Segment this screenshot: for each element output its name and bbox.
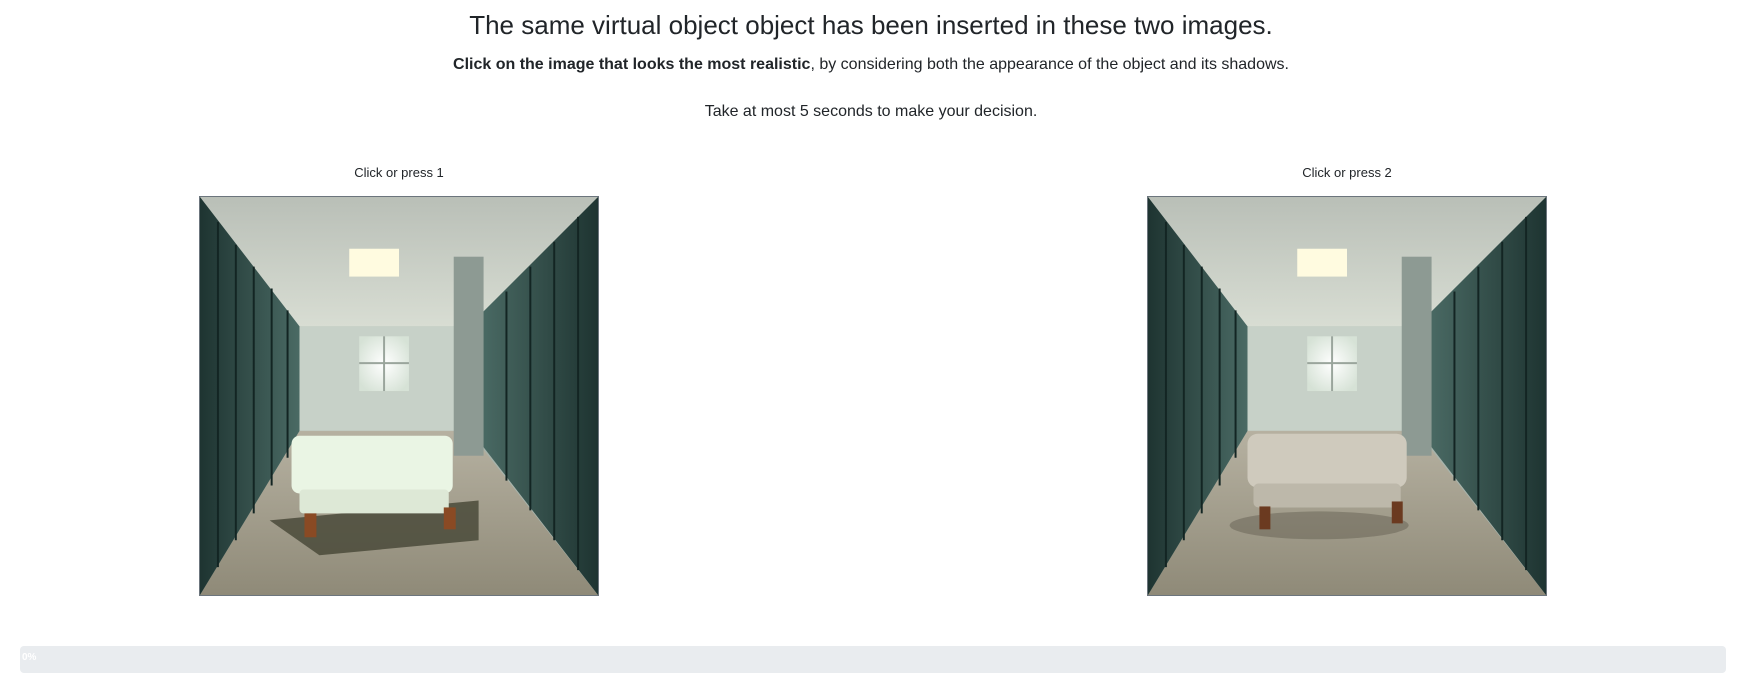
choice-2-image[interactable]: [1147, 196, 1547, 596]
progress-bar: 0%: [20, 646, 1726, 673]
choice-1-label: Click or press 1: [354, 165, 444, 180]
choice-1-image[interactable]: [199, 196, 599, 596]
timing-text: Take at most 5 seconds to make your deci…: [704, 103, 1038, 120]
instruction-bold: Click on the image that looks the most r…: [453, 56, 811, 73]
page-title: The same virtual object object has been …: [469, 10, 1273, 40]
corridor-scene-2: [1148, 197, 1546, 595]
choice-2[interactable]: Click or press 2: [1147, 164, 1547, 596]
progress-text: 0%: [22, 652, 37, 663]
choice-2-label: Click or press 2: [1302, 165, 1392, 180]
instruction-text: Click on the image that looks the most r…: [0, 54, 1742, 76]
instruction-rest: , by considering both the appearance of …: [810, 56, 1289, 73]
corridor-scene-1: [200, 197, 598, 595]
choice-1[interactable]: Click or press 1: [199, 164, 599, 596]
